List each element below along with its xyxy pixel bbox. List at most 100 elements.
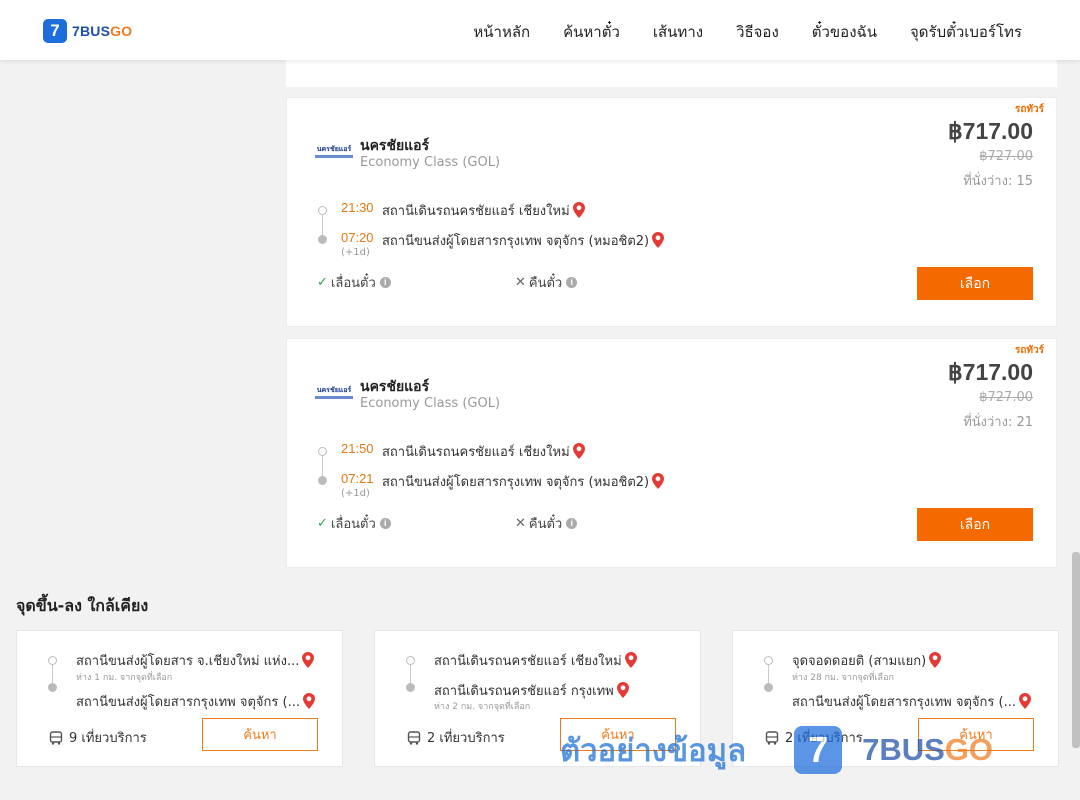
from-distance: ห่าง 1 กม. จากจุดที่เลือก bbox=[76, 673, 173, 683]
nearby-search-button[interactable]: ค้นหา bbox=[918, 718, 1034, 751]
to-dot-icon bbox=[764, 683, 773, 692]
cross-icon: ✕ bbox=[515, 516, 526, 531]
arrival-time: 07:21 bbox=[341, 471, 374, 486]
from-station: สถานีขนส่งผู้โดยสาร จ.เชียงใหม่ แห่ง... bbox=[76, 650, 315, 671]
seat-class: Economy Class (GOL) bbox=[360, 155, 501, 170]
change-ticket-option: ✓ เลื่อนตั๋ว i bbox=[317, 272, 391, 293]
check-icon: ✓ bbox=[317, 516, 328, 531]
from-dot-icon bbox=[406, 656, 415, 665]
map-pin-icon[interactable] bbox=[624, 652, 637, 668]
map-pin-icon[interactable] bbox=[652, 473, 665, 489]
nav-search-tickets[interactable]: ค้นหาตั๋ว bbox=[563, 20, 620, 44]
map-pin-icon[interactable] bbox=[616, 682, 629, 698]
to-dot-icon bbox=[406, 683, 415, 692]
nav-routes[interactable]: เส้นทาง bbox=[653, 20, 703, 44]
nearby-route-timeline: สถานีขนส่งผู้โดยสาร จ.เชียงใหม่ แห่ง... … bbox=[47, 647, 337, 717]
info-icon[interactable]: i bbox=[379, 518, 391, 529]
nearby-section-title: จุดขึ้น-ลง ใกล้เคียง bbox=[16, 596, 149, 615]
arrival-dot-icon bbox=[318, 235, 327, 244]
to-station: สถานีขนส่งผู้โดยสารกรุงเทพ จตุจักร (... bbox=[76, 691, 315, 712]
to-dot-icon bbox=[48, 683, 57, 692]
nearby-route-timeline: จุดจอดดอยติ (สามแยก) ห่าง 28 กม. จากจุดท… bbox=[763, 647, 1053, 717]
check-icon: ✓ bbox=[317, 275, 328, 290]
departure-time: 21:30 bbox=[341, 200, 374, 215]
map-pin-icon[interactable] bbox=[572, 443, 585, 459]
arrival-dot-icon bbox=[318, 476, 327, 485]
price: ฿717.00 bbox=[948, 359, 1033, 385]
info-icon[interactable]: i bbox=[566, 518, 578, 529]
nav-my-tickets[interactable]: ตั๋วของฉัน bbox=[812, 20, 877, 44]
change-ticket-option: ✓ เลื่อนตั๋ว i bbox=[317, 513, 391, 534]
trip-card: รถทัวร์ นครชัยแอร์ นครชัยแอร์ Economy Cl… bbox=[286, 97, 1057, 327]
map-pin-icon[interactable] bbox=[302, 693, 315, 709]
departure-dot-icon bbox=[318, 206, 327, 215]
trip-count: 2 เที่ยวบริการ bbox=[765, 727, 863, 748]
previous-trip-card-partial bbox=[286, 60, 1057, 87]
nearby-route-card: สถานีขนส่งผู้โดยสาร จ.เชียงใหม่ แห่ง... … bbox=[16, 630, 343, 767]
from-dot-icon bbox=[48, 656, 57, 665]
logo-wordmark: 7BUSGO bbox=[72, 23, 133, 39]
cross-icon: ✕ bbox=[515, 275, 526, 290]
nearby-route-card: จุดจอดดอยติ (สามแยก) ห่าง 28 กม. จากจุดท… bbox=[732, 630, 1059, 767]
route-timeline: 21:50 สถานีเดินรถนครชัยแอร์ เชียงใหม่ 07… bbox=[317, 439, 817, 509]
main-nav: หน้าหลัก ค้นหาตั๋ว เส้นทาง วิธีจอง ตั๋วข… bbox=[440, 20, 1022, 44]
next-day-marker: (+1d) bbox=[341, 247, 370, 258]
departure-time: 21:50 bbox=[341, 441, 374, 456]
next-day-marker: (+1d) bbox=[341, 488, 370, 499]
page-scrollbar[interactable] bbox=[1072, 552, 1080, 748]
departure-dot-icon bbox=[318, 447, 327, 456]
nearby-search-button[interactable]: ค้นหา bbox=[560, 718, 676, 751]
trip-count: 2 เที่ยวบริการ bbox=[407, 727, 505, 748]
nav-how-to-book[interactable]: วิธีจอง bbox=[736, 20, 779, 44]
bus-type-tag: รถทัวร์ bbox=[1014, 345, 1044, 356]
original-price: ฿727.00 bbox=[979, 390, 1033, 405]
nav-ticket-points[interactable]: จุดรับตั๋วเบอร์โทร bbox=[910, 20, 1022, 44]
price: ฿717.00 bbox=[948, 118, 1033, 144]
bus-type-tag: รถทัวร์ bbox=[1014, 104, 1044, 115]
operator-name: นครชัยแอร์ bbox=[360, 138, 430, 154]
to-station: สถานีขนส่งผู้โดยสารกรุงเทพ จตุจักร (... bbox=[792, 691, 1031, 712]
nearby-route-timeline: สถานีเดินรถนครชัยแอร์ เชียงใหม่ สถานีเดิ… bbox=[405, 647, 695, 717]
bus-icon bbox=[49, 730, 63, 745]
arrival-time: 07:20 bbox=[341, 230, 374, 245]
arrival-station: สถานีขนส่งผู้โดยสารกรุงเทพ จตุจักร (หมอช… bbox=[382, 230, 665, 251]
to-station: สถานีเดินรถนครชัยแอร์ กรุงเทพ bbox=[434, 680, 629, 701]
seats-available: ที่นั่งว่าง: 15 bbox=[963, 174, 1033, 189]
original-price: ฿727.00 bbox=[979, 149, 1033, 164]
map-pin-icon[interactable] bbox=[1018, 693, 1031, 709]
info-icon[interactable]: i bbox=[379, 277, 391, 288]
nearby-search-button[interactable]: ค้นหา bbox=[202, 718, 318, 751]
refund-ticket-option: ✕ คืนตั๋ว i bbox=[515, 513, 578, 534]
map-pin-icon[interactable] bbox=[929, 652, 942, 668]
nearby-route-card: สถานีเดินรถนครชัยแอร์ เชียงใหม่ สถานีเดิ… bbox=[374, 630, 701, 767]
logo-badge-icon: 7 bbox=[43, 19, 67, 43]
from-distance: ห่าง 28 กม. จากจุดที่เลือก bbox=[792, 673, 894, 683]
arrival-station: สถานีขนส่งผู้โดยสารกรุงเทพ จตุจักร (หมอช… bbox=[382, 471, 665, 492]
departure-station: สถานีเดินรถนครชัยแอร์ เชียงใหม่ bbox=[382, 200, 585, 221]
refund-ticket-option: ✕ คืนตั๋ว i bbox=[515, 272, 578, 293]
map-pin-icon[interactable] bbox=[572, 202, 585, 218]
seats-available: ที่นั่งว่าง: 21 bbox=[963, 415, 1033, 430]
select-trip-button[interactable]: เลือก bbox=[917, 508, 1033, 541]
trip-count: 9 เที่ยวบริการ bbox=[49, 727, 147, 748]
bus-icon bbox=[765, 730, 779, 745]
operator-logo: นครชัยแอร์ bbox=[315, 146, 353, 162]
site-logo[interactable]: 7 7BUSGO bbox=[43, 19, 132, 43]
seat-class: Economy Class (GOL) bbox=[360, 396, 501, 411]
from-station: จุดจอดดอยติ (สามแยก) bbox=[792, 650, 942, 671]
from-station: สถานีเดินรถนครชัยแอร์ เชียงใหม่ bbox=[434, 650, 637, 671]
operator-logo: นครชัยแอร์ bbox=[315, 387, 353, 403]
map-pin-icon[interactable] bbox=[302, 652, 315, 668]
to-distance: ห่าง 2 กม. จากจุดที่เลือก bbox=[434, 702, 531, 712]
operator-name: นครชัยแอร์ bbox=[360, 379, 430, 395]
map-pin-icon[interactable] bbox=[652, 232, 665, 248]
info-icon[interactable]: i bbox=[566, 277, 578, 288]
bus-icon bbox=[407, 730, 421, 745]
departure-station: สถานีเดินรถนครชัยแอร์ เชียงใหม่ bbox=[382, 441, 585, 462]
top-navbar: 7 7BUSGO หน้าหลัก ค้นหาตั๋ว เส้นทาง วิธี… bbox=[0, 0, 1080, 60]
from-dot-icon bbox=[764, 656, 773, 665]
nav-home[interactable]: หน้าหลัก bbox=[473, 20, 530, 44]
select-trip-button[interactable]: เลือก bbox=[917, 267, 1033, 300]
route-timeline: 21:30 สถานีเดินรถนครชัยแอร์ เชียงใหม่ 07… bbox=[317, 198, 817, 268]
trip-card: รถทัวร์ นครชัยแอร์ นครชัยแอร์ Economy Cl… bbox=[286, 338, 1057, 568]
